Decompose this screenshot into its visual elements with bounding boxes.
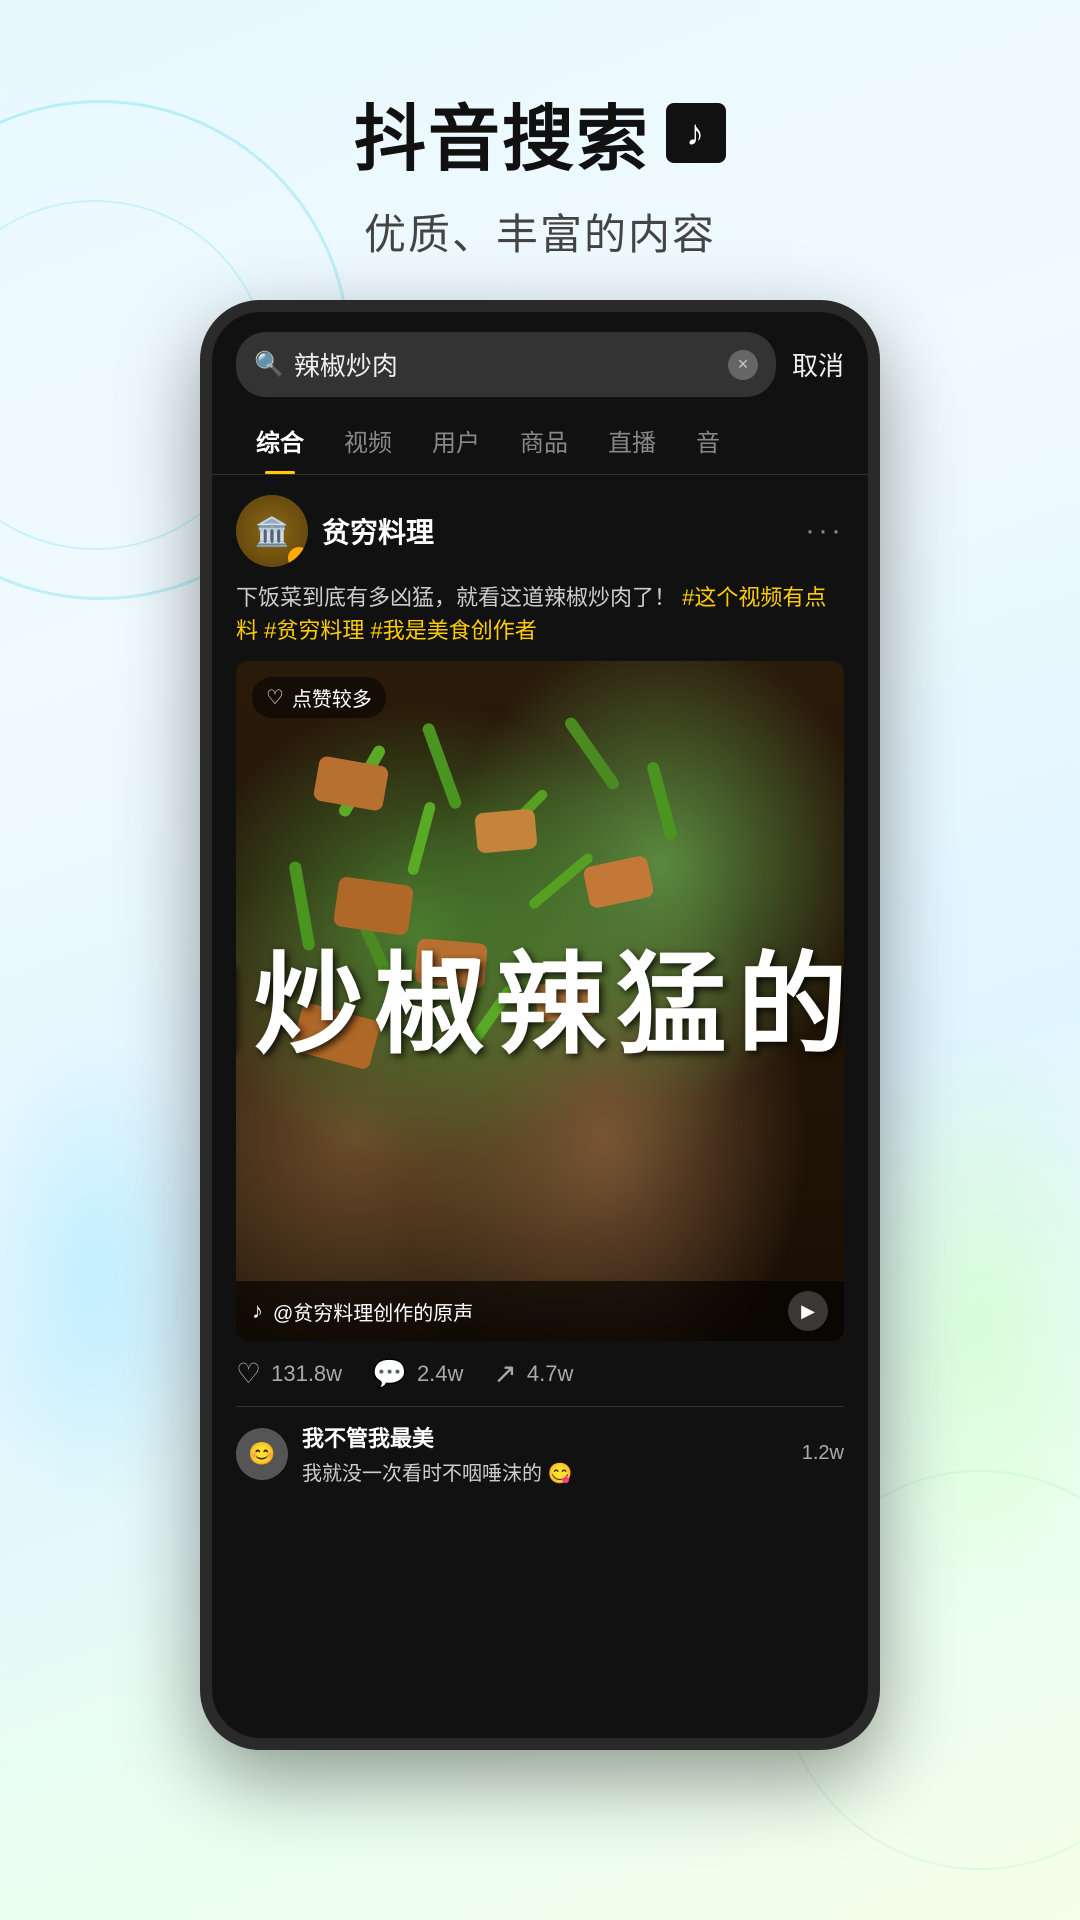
tab-直播[interactable]: 直播: [588, 407, 676, 474]
video-thumbnail[interactable]: ♡ 点赞较多 勇的猛辣椒炒肉 ♪: [236, 661, 844, 1341]
tab-综合[interactable]: 综合: [236, 407, 324, 474]
tab-用户[interactable]: 用户: [412, 407, 500, 474]
share-icon: ↗: [493, 1357, 516, 1390]
clear-icon: ×: [738, 354, 749, 375]
audio-info: ♪ @贫穷料理创作的原声: [252, 1297, 473, 1326]
content-area: 🏛️ ✓ 贫穷料理 ··· 下饭菜到底有多凶猛，就看这道辣椒炒肉了！ #这个视频…: [212, 475, 868, 1506]
post-header: 🏛️ ✓ 贫穷料理 ···: [236, 495, 844, 567]
header-section: 抖音搜索 ♪ 优质、丰富的内容: [0, 0, 1080, 302]
subtitle: 优质、丰富的内容: [0, 201, 1080, 262]
stats-row: ♡ 131.8w 💬 2.4w ↗ 4.7w: [236, 1357, 844, 1406]
shares-count: 4.7w: [527, 1361, 573, 1387]
post-description-text: 下饭菜到底有多凶猛，就看这道辣椒炒肉了！: [236, 585, 676, 610]
video-big-text: 勇的猛辣椒炒肉: [236, 946, 844, 1056]
search-input-box[interactable]: 🔍 辣椒炒肉 ×: [236, 332, 776, 397]
comment-username[interactable]: 我不管我最美: [302, 1421, 788, 1453]
comment-body: 我就没一次看时不咽唾沫的 😋: [302, 1457, 788, 1486]
comments-stat[interactable]: 💬 2.4w: [372, 1357, 463, 1390]
search-icon: 🔍: [254, 350, 284, 379]
tiktok-logo-symbol: ♪: [686, 112, 706, 154]
clear-button[interactable]: ×: [728, 350, 758, 380]
like-icon: ♡: [236, 1357, 261, 1390]
likes-stat[interactable]: ♡ 131.8w: [236, 1357, 342, 1390]
tabs-row: 综合 视频 用户 商品 直播 音: [212, 407, 868, 475]
user-info: 🏛️ ✓ 贫穷料理: [236, 495, 434, 567]
phone-frame: 🔍 辣椒炒肉 × 取消 综合 视频 用户: [200, 300, 880, 1750]
likes-count: 131.8w: [271, 1361, 342, 1387]
app-title: 抖音搜索 ♪: [0, 80, 1080, 185]
verified-badge: ✓: [288, 547, 308, 567]
more-options-button[interactable]: ···: [805, 514, 844, 548]
video-text-overlay: 勇的猛辣椒炒肉: [236, 661, 844, 1341]
comment-avatar: 😊: [236, 1428, 288, 1480]
comment-preview: 😊 我不管我最美 我就没一次看时不咽唾沫的 😋 1.2w: [236, 1406, 844, 1486]
search-query-text: 辣椒炒肉: [294, 346, 718, 383]
comments-count: 2.4w: [417, 1361, 463, 1387]
post-description: 下饭菜到底有多凶猛，就看这道辣椒炒肉了！ #这个视频有点料 #贫穷料理 #我是美…: [236, 581, 844, 647]
glow-left: [0, 1020, 220, 1520]
search-bar-area: 🔍 辣椒炒肉 × 取消: [212, 312, 868, 407]
tiktok-logo: ♪: [666, 103, 726, 163]
cancel-button[interactable]: 取消: [792, 346, 844, 383]
post-card: 🏛️ ✓ 贫穷料理 ··· 下饭菜到底有多凶猛，就看这道辣椒炒肉了！ #这个视频…: [236, 495, 844, 1486]
title-text: 抖音搜索: [354, 80, 650, 185]
audio-bar: ♪ @贫穷料理创作的原声 ▶: [236, 1281, 844, 1341]
tab-音[interactable]: 音: [676, 407, 740, 474]
username[interactable]: 贫穷料理: [322, 511, 434, 551]
shares-stat[interactable]: ↗ 4.7w: [493, 1357, 573, 1390]
comment-icon: 💬: [372, 1357, 407, 1390]
tab-视频[interactable]: 视频: [324, 407, 412, 474]
tab-商品[interactable]: 商品: [500, 407, 588, 474]
phone-screen: 🔍 辣椒炒肉 × 取消 综合 视频 用户: [212, 312, 868, 1738]
play-button[interactable]: ▶: [788, 1291, 828, 1331]
comment-text-area: 我不管我最美 我就没一次看时不咽唾沫的 😋: [302, 1421, 788, 1486]
audio-text: @贫穷料理创作的原声: [273, 1297, 473, 1326]
tiktok-note-icon: ♪: [252, 1298, 263, 1324]
avatar: 🏛️ ✓: [236, 495, 308, 567]
phone-container: 🔍 辣椒炒肉 × 取消 综合 视频 用户: [200, 300, 880, 1750]
comment-likes: 1.2w: [802, 1442, 844, 1465]
